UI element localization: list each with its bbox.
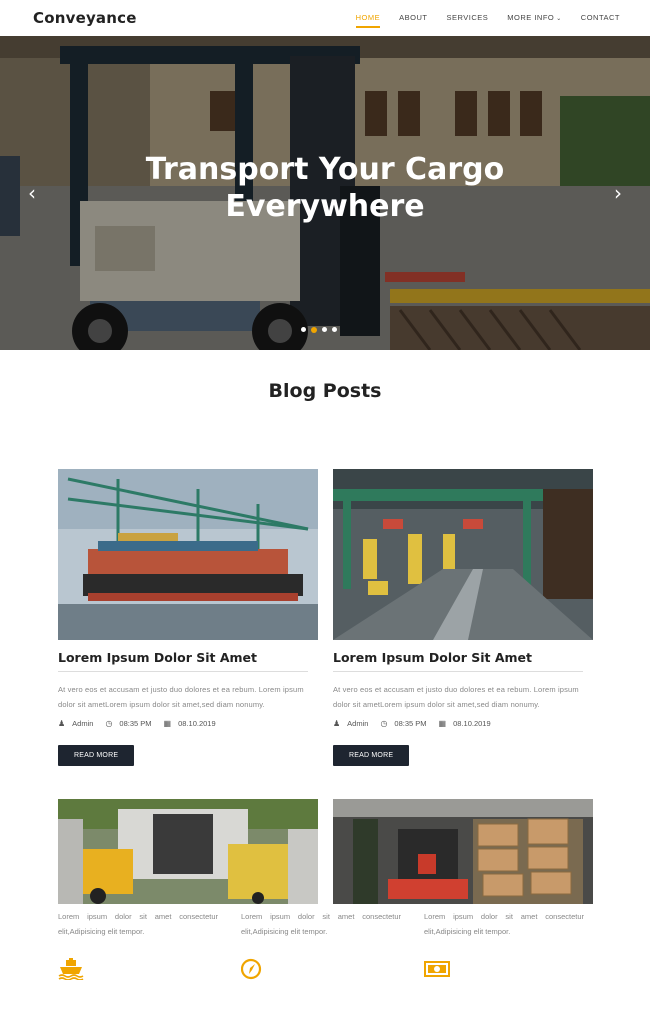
clock-icon: ◷ [105,719,113,728]
nav-more-info-label: MORE INFO [507,13,555,22]
post-excerpt: At vero eos et accusam et justo duo dolo… [58,685,304,709]
post-title[interactable]: Lorem Ipsum Dolor Sit Amet [58,650,318,665]
calendar-icon: ▦ [438,719,447,728]
feature-text: Lorem ipsum dolor sit amet consectetur e… [58,912,218,936]
post-time: 08:35 PM [394,719,427,728]
read-more-button[interactable]: READ MORE [333,745,410,766]
money-icon [424,958,450,980]
post-date: 08.10.2019 [178,719,216,728]
feature-text: Lorem ipsum dolor sit amet consectetur e… [424,912,584,936]
hero-title-line1: Transport Your Cargo [145,152,505,187]
user-icon: ♟ [58,719,66,728]
brand-logo[interactable]: Conveyance [33,9,137,27]
nav-home[interactable]: HOME [355,13,381,28]
blog-post: Lorem Ipsum Dolor Sit Amet At vero eos e… [333,469,593,766]
post-author: Admin [347,719,369,728]
slider-dot[interactable] [301,327,306,332]
user-icon: ♟ [333,719,341,728]
post-image-container-terminal[interactable] [333,469,593,640]
divider [333,671,583,672]
nav-contact[interactable]: CONTACT [581,13,620,22]
chevron-down-icon: ⌄ [556,16,562,22]
post-author: Admin [72,719,94,728]
feature-text: Lorem ipsum dolor sit amet consectetur e… [241,912,401,936]
ship-icon [58,958,84,981]
image-warehouse-forklift [333,799,593,904]
chevron-right-icon[interactable]: › [614,181,622,205]
slider-dots [301,326,337,333]
blog-post: Lorem Ipsum Dolor Sit Amet At vero eos e… [58,469,318,766]
nav-about[interactable]: ABOUT [399,13,427,22]
post-image-cargo-ship[interactable] [58,469,318,640]
post-meta: ♟ Admin ◷ 08:35 PM ▦ 08.10.2019 [333,719,593,728]
slider-dot-active[interactable] [311,326,317,333]
clock-icon: ◷ [380,719,388,728]
post-date: 08.10.2019 [453,719,491,728]
post-title[interactable]: Lorem Ipsum Dolor Sit Amet [333,650,593,665]
nav-services[interactable]: SERVICES [446,13,488,22]
image-truck-forklift [58,799,318,904]
compass-icon [240,958,267,980]
calendar-icon: ▦ [163,719,172,728]
post-excerpt: At vero eos et accusam et justo duo dolo… [333,685,579,709]
post-time: 08:35 PM [119,719,152,728]
hero-slider: Transport Your Cargo Everywhere ‹ › [0,36,650,350]
post-meta: ♟ Admin ◷ 08:35 PM ▦ 08.10.2019 [58,719,318,728]
nav-menu: HOME ABOUT SERVICES MORE INFO ⌄ CONTACT [337,13,620,28]
hero-title: Transport Your Cargo Everywhere [0,151,650,225]
hero-title-line2: Everywhere [225,189,425,224]
slider-dot[interactable] [332,327,337,332]
navbar: Conveyance HOME ABOUT SERVICES MORE INFO… [0,0,650,36]
read-more-button[interactable]: READ MORE [58,745,135,766]
section-title: Blog Posts [268,380,382,402]
slider-dot[interactable] [322,327,327,332]
nav-more-info[interactable]: MORE INFO ⌄ [507,13,562,22]
divider [58,671,308,672]
chevron-left-icon[interactable]: ‹ [28,181,36,205]
